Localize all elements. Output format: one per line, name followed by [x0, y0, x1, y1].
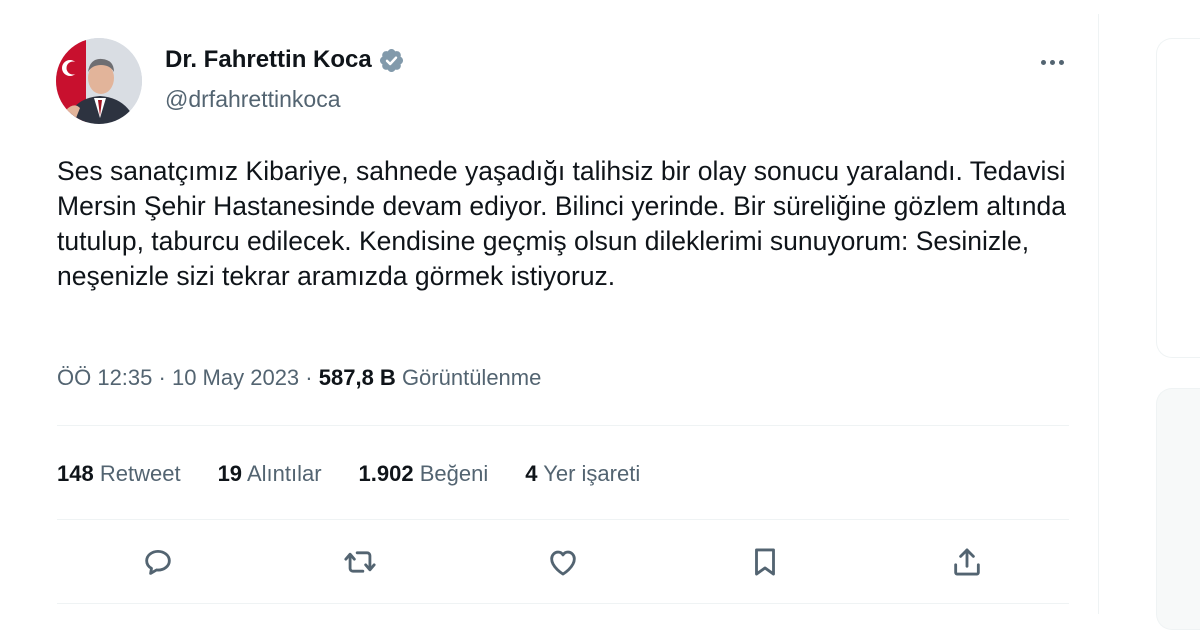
bookmark-icon: [755, 548, 775, 576]
like-icon: [550, 550, 576, 576]
avatar[interactable]: [56, 38, 142, 124]
quotes-label: Alıntılar: [246, 461, 322, 486]
author-name-row[interactable]: Dr. Fahrettin Koca: [165, 46, 405, 74]
sidebar-card: [1156, 388, 1200, 630]
bookmarks-stat[interactable]: 4 Yer işareti: [525, 461, 640, 487]
meta-separator: ·: [158, 365, 166, 390]
meta-separator: ·: [305, 365, 313, 390]
likes-count: 1.902: [358, 461, 414, 486]
tweet-actions: [0, 538, 1098, 590]
more-options-icon[interactable]: [1036, 48, 1068, 76]
author-name[interactable]: Dr. Fahrettin Koca: [165, 46, 372, 74]
tweet-text: Ses sanatçımız Kibariye, sahnede yaşadığ…: [57, 156, 1066, 291]
tweet-time[interactable]: ÖÖ 12:35: [57, 365, 152, 390]
retweets-label: Retweet: [99, 461, 181, 486]
tweet-stats: 148 Retweet 19 Alıntılar 1.902 Beğeni 4 …: [57, 461, 677, 487]
column-border: [1098, 14, 1099, 614]
quotes-count: 19: [217, 461, 243, 486]
avatar-image: [56, 38, 142, 124]
retweets-count: 148: [57, 461, 94, 486]
tweet-meta: ÖÖ 12:35 · 10 May 2023 · 587,8 B Görüntü…: [57, 365, 541, 391]
share-button[interactable]: [943, 538, 991, 586]
retweets-stat[interactable]: 148 Retweet: [57, 461, 181, 487]
bookmarks-count: 4: [525, 461, 538, 486]
share-icon: [954, 548, 980, 576]
likes-label: Beğeni: [419, 461, 489, 486]
divider: [57, 519, 1069, 520]
retweet-button[interactable]: [336, 538, 384, 586]
bookmark-button[interactable]: [741, 538, 789, 586]
likes-stat[interactable]: 1.902 Beğeni: [359, 461, 489, 487]
quotes-stat[interactable]: 19 Alıntılar: [218, 461, 322, 487]
reply-button[interactable]: [134, 538, 182, 586]
divider: [57, 425, 1069, 426]
verified-badge-icon: [379, 48, 403, 72]
author-handle[interactable]: @drfahrettinkoca: [165, 86, 341, 113]
bookmarks-label: Yer işareti: [543, 461, 641, 486]
tweet-date[interactable]: 10 May 2023: [172, 365, 299, 390]
views-label: Görüntülenme: [401, 365, 542, 390]
sidebar-card: [1156, 38, 1200, 358]
retweet-icon: [344, 551, 376, 573]
reply-icon: [145, 549, 171, 575]
views-count: 587,8 B: [318, 365, 396, 390]
like-button[interactable]: [539, 538, 587, 586]
tweet-card: Dr. Fahrettin Koca @drfahrettinkoca Ses …: [0, 0, 1098, 628]
divider: [57, 603, 1069, 604]
